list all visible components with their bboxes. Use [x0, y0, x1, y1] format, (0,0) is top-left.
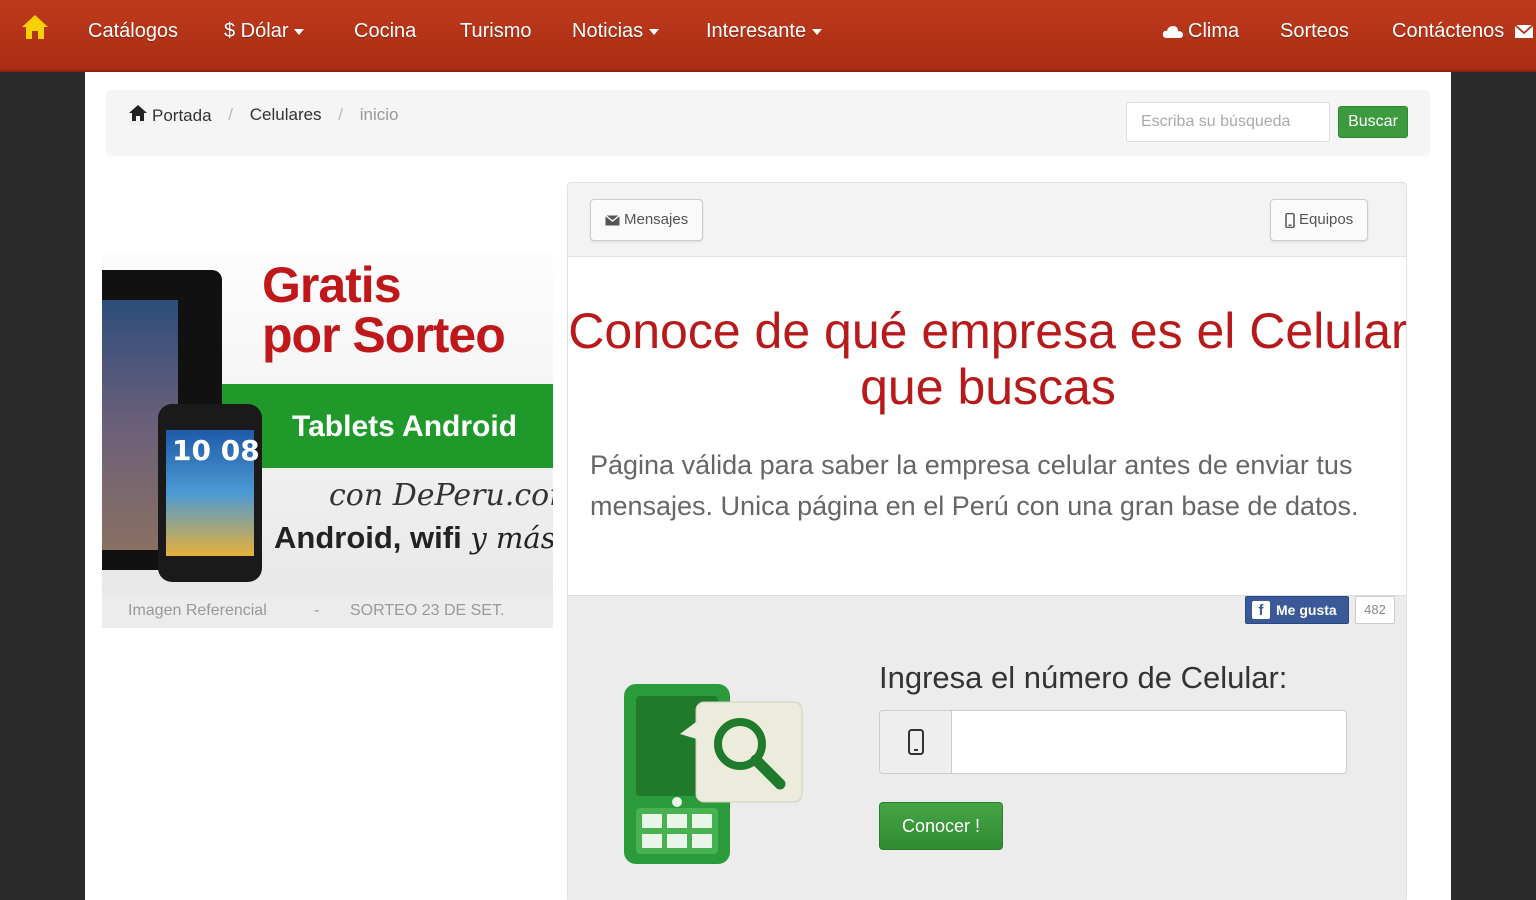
search-input[interactable]	[1126, 102, 1330, 142]
nav-interesante[interactable]: Interesante	[706, 0, 823, 62]
nav-dolar-label: $ Dólar	[224, 20, 289, 42]
like-count: 482	[1355, 596, 1395, 624]
nav-clima-label: Clima	[1188, 20, 1240, 42]
breadcrumb-current: inicio	[359, 104, 399, 124]
promo-band-text: Tablets Android	[292, 410, 517, 443]
phone-number-input[interactable]	[952, 711, 1346, 773]
tab-equipos[interactable]: Equipos	[1270, 199, 1369, 241]
promo-footer: Imagen Referencial - SORTEO 23 DE SET.	[102, 596, 553, 628]
breadcrumb-bar: Portada / Celulares / inicio Buscar	[106, 90, 1430, 156]
breadcrumb-home[interactable]: Portada	[128, 104, 212, 126]
panel-header: Mensajes Equipos	[568, 183, 1406, 257]
page-description: Página válida para saber la empresa celu…	[590, 450, 1359, 521]
like-label: Me gusta	[1276, 602, 1337, 618]
phone-image: 10 08	[158, 404, 262, 582]
phone-field-label: Ingresa el número de Celular:	[879, 660, 1288, 695]
nav-cocina-label: Cocina	[354, 20, 417, 42]
envelope-icon	[1514, 24, 1534, 39]
envelope-icon	[605, 214, 620, 226]
nav-cocina[interactable]: Cocina	[354, 0, 416, 62]
promo-title: Gratis por Sorteo	[262, 257, 506, 363]
home-icon	[129, 105, 147, 121]
nav-contactenos-label: Contáctenos	[1392, 20, 1505, 42]
top-navbar: Catálogos $ Dólar Cocina Turismo Noticia…	[0, 0, 1536, 72]
breadcrumb: Portada / Celulares / inicio	[128, 104, 399, 126]
nav-catalogos-label: Catálogos	[88, 20, 179, 42]
nav-sorteos-label: Sorteos	[1280, 20, 1349, 42]
promo-sub-main: Android, wifi	[274, 520, 462, 555]
lookup-panel: Mensajes Equipos Conoce de qué empresa e…	[567, 182, 1407, 900]
mobile-icon	[1285, 212, 1295, 228]
cloud-icon	[1162, 25, 1183, 38]
conocer-button[interactable]: Conocer !	[879, 802, 1003, 850]
promo-sub-italic: y más	[470, 521, 553, 555]
nav-contactenos[interactable]: Contáctenos	[1392, 0, 1534, 62]
nav-sorteos[interactable]: Sorteos	[1280, 0, 1349, 62]
promo-footer-left: Imagen Referencial	[128, 602, 267, 619]
chevron-down-icon	[649, 28, 660, 35]
breadcrumb-portada: Portada	[152, 105, 212, 125]
promo-domain: con DePeru.com	[329, 478, 553, 513]
tab-equipos-label: Equipos	[1299, 211, 1354, 228]
chevron-down-icon	[812, 28, 823, 35]
promo-title-line2: por Sorteo	[262, 307, 506, 363]
nav-turismo[interactable]: Turismo	[460, 0, 531, 62]
breadcrumb-separator: /	[338, 104, 344, 124]
lookup-form: fMe gusta 482 Ingresa el número de Celu	[568, 595, 1406, 900]
tab-mensajes-label: Mensajes	[624, 211, 689, 228]
mobile-icon	[908, 729, 924, 755]
home-icon[interactable]	[20, 12, 50, 42]
phone-search-icon	[624, 684, 803, 864]
phone-input-group	[879, 710, 1347, 774]
breadcrumb-celulares[interactable]: Celulares	[250, 105, 322, 125]
nav-turismo-label: Turismo	[460, 20, 532, 42]
promo-footer-right: SORTEO 23 DE SET.	[350, 602, 505, 619]
phone-clock: 10 08	[172, 434, 260, 467]
promo-title-line1: Gratis	[262, 257, 402, 313]
facebook-like-button[interactable]: f Me gusta	[1245, 596, 1349, 624]
search-button[interactable]: Buscar	[1338, 106, 1408, 138]
nav-dolar[interactable]: $ Dólar	[224, 0, 305, 62]
nav-noticias[interactable]: Noticias	[572, 0, 660, 62]
promo-banner[interactable]: 10 08 Gratis por Sorteo Tablets Android …	[102, 252, 553, 628]
main-container: Portada / Celulares / inicio Buscar 10 0…	[85, 72, 1451, 900]
input-addon	[880, 711, 952, 773]
nav-catalogos[interactable]: Catálogos	[88, 0, 178, 62]
breadcrumb-separator: /	[228, 104, 234, 124]
promo-subtitle: Android, wifi y más	[274, 520, 553, 556]
nav-noticias-label: Noticias	[572, 20, 644, 42]
tab-mensajes[interactable]: Mensajes	[590, 199, 704, 241]
facebook-icon: f	[1252, 601, 1270, 619]
nav-interesante-label: Interesante	[706, 20, 807, 42]
promo-footer-sep: -	[314, 602, 320, 619]
page-heading: Conoce de qué empresa es el Celular que …	[568, 303, 1407, 415]
chevron-down-icon	[294, 28, 305, 35]
nav-clima[interactable]: Clima	[1162, 0, 1239, 62]
